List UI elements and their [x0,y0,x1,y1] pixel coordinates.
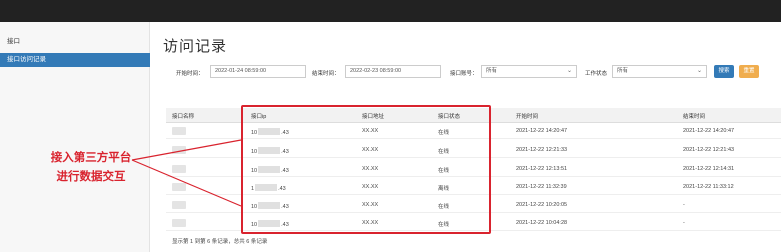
callout-arrow-line [131,139,242,207]
callout-text: 接入第三方平台 进行数据交互 [36,149,146,187]
callout-line-2: 进行数据交互 [56,171,126,183]
callout-line-1: 接入第三方平台 [50,152,132,164]
